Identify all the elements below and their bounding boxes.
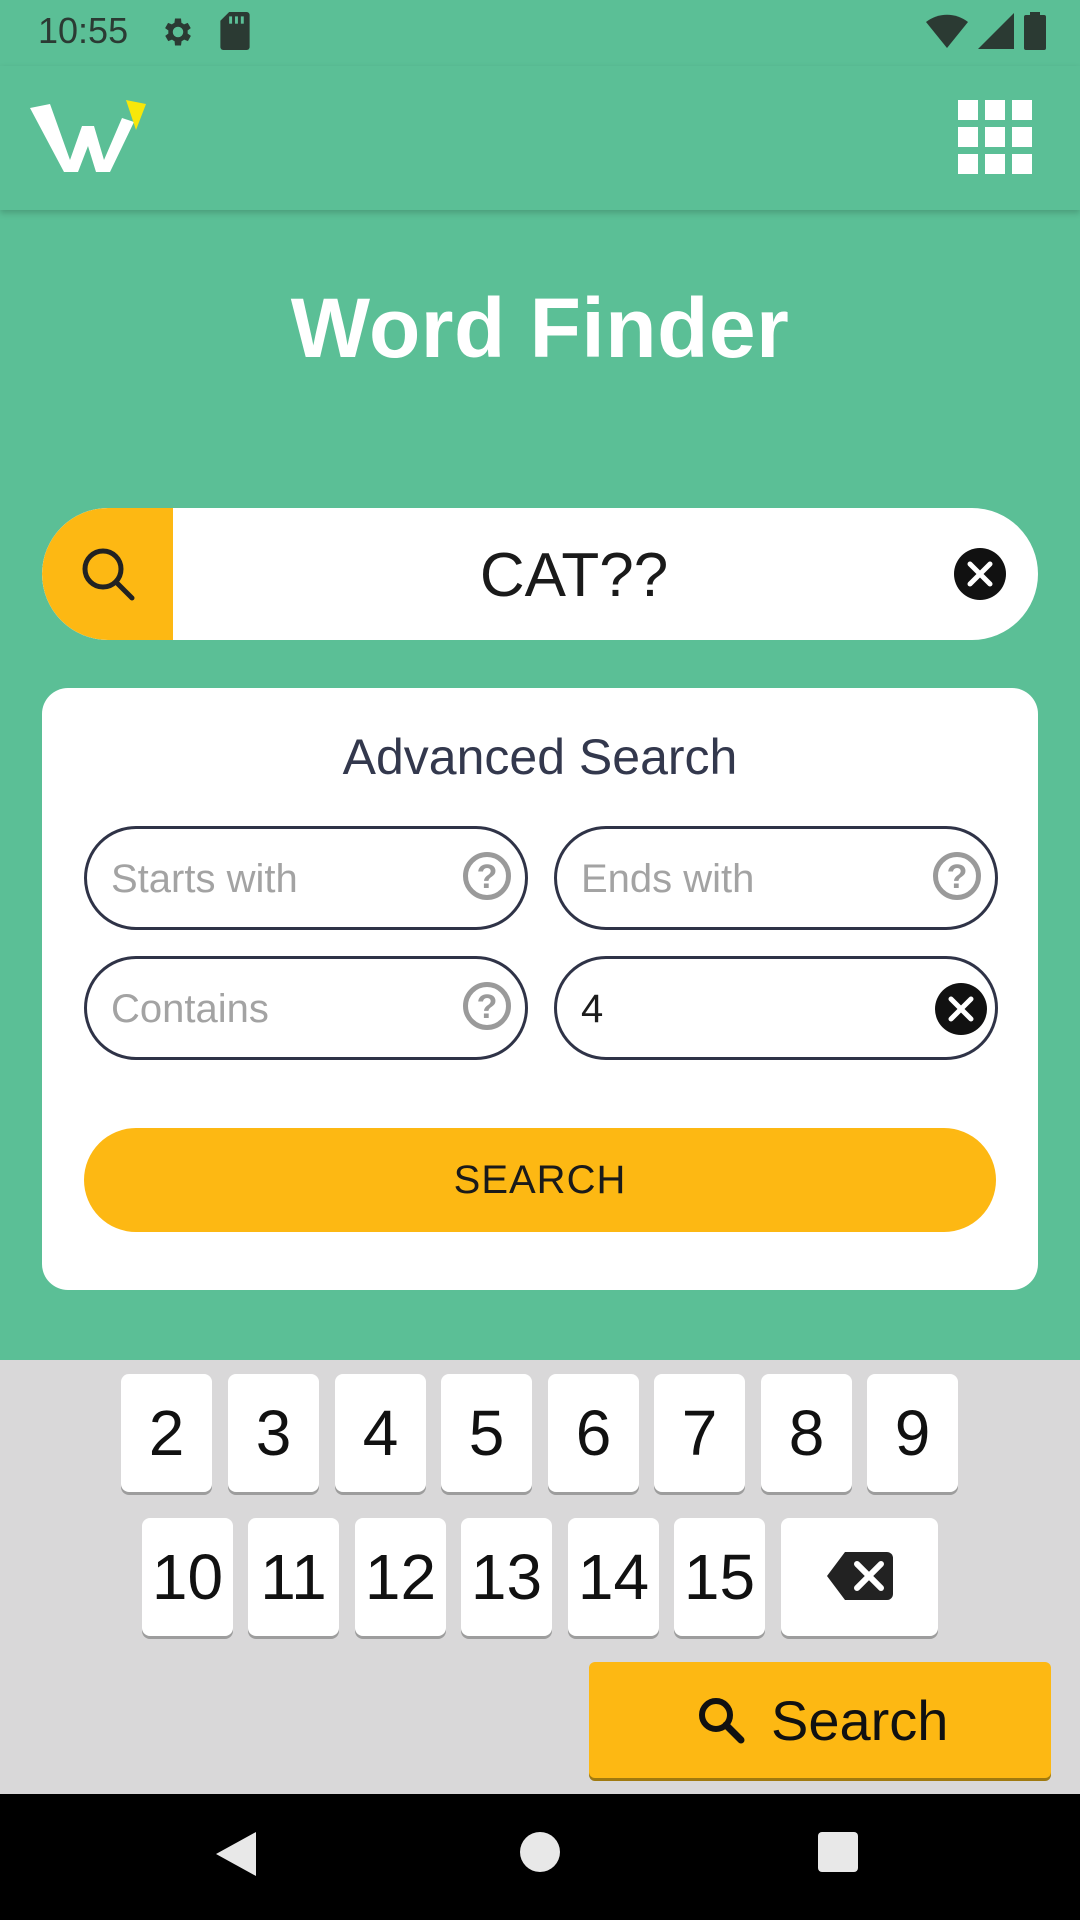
key-7[interactable]: 7 [654,1374,745,1492]
system-nav-bar [0,1794,1080,1920]
backspace-key[interactable] [781,1518,938,1636]
app-bar [0,66,1080,210]
ends-with-field: ? [554,826,998,930]
key-12[interactable]: 12 [355,1518,446,1636]
main-search-button[interactable] [42,508,173,640]
close-icon [967,561,993,587]
page-title: Word Finder [290,281,790,375]
settings-gear-icon [165,18,191,46]
recent-apps-icon[interactable] [818,1832,858,1872]
key-11[interactable]: 11 [248,1518,339,1636]
contains-field: ? [84,956,528,1060]
key-13[interactable]: 13 [461,1518,552,1636]
help-icon[interactable]: ? [933,852,981,900]
wifi-icon [926,14,968,48]
sd-card-icon [220,12,250,50]
key-10[interactable]: 10 [142,1518,233,1636]
search-icon [82,548,135,601]
ends-with-input[interactable] [579,829,913,929]
keyboard-search-key[interactable]: Search [589,1662,1051,1778]
key-4[interactable]: 4 [335,1374,426,1492]
contains-input[interactable] [109,959,443,1059]
number-keyboard: 2 3 4 5 6 7 8 9 10 11 12 13 14 15 Search [0,1360,1080,1794]
key-5[interactable]: 5 [441,1374,532,1492]
key-3[interactable]: 3 [228,1374,319,1492]
main-search-clear-button[interactable] [954,548,1006,600]
backspace-icon [827,1552,893,1600]
home-icon[interactable] [520,1832,560,1872]
cell-signal-icon [978,13,1014,49]
close-icon [948,996,974,1022]
battery-icon [1024,12,1046,50]
search-icon [699,1698,745,1744]
status-bar: 10:55 [0,0,1080,66]
length-field [554,956,998,1060]
starts-with-input[interactable] [109,829,443,929]
starts-with-field: ? [84,826,528,930]
help-icon[interactable]: ? [463,852,511,900]
main-search-input[interactable] [192,508,956,640]
key-9[interactable]: 9 [867,1374,958,1492]
key-2[interactable]: 2 [121,1374,212,1492]
app-logo [30,100,146,172]
main-search-bar [42,508,1038,640]
help-icon[interactable]: ? [463,982,511,1030]
key-15[interactable]: 15 [674,1518,765,1636]
key-6[interactable]: 6 [548,1374,639,1492]
search-button[interactable]: SEARCH [84,1128,996,1232]
key-14[interactable]: 14 [568,1518,659,1636]
status-time: 10:55 [38,10,129,51]
length-input[interactable] [579,959,913,1059]
back-icon[interactable] [216,1832,258,1876]
length-clear-button[interactable] [935,983,987,1035]
status-icons [926,12,1046,50]
keyboard-search-label: Search [771,1689,949,1752]
grid-menu-icon[interactable] [958,100,1032,174]
key-8[interactable]: 8 [761,1374,852,1492]
advanced-search-title: Advanced Search [342,729,738,785]
advanced-search-card: Advanced Search ? ? ? SEARCH [42,688,1038,1290]
